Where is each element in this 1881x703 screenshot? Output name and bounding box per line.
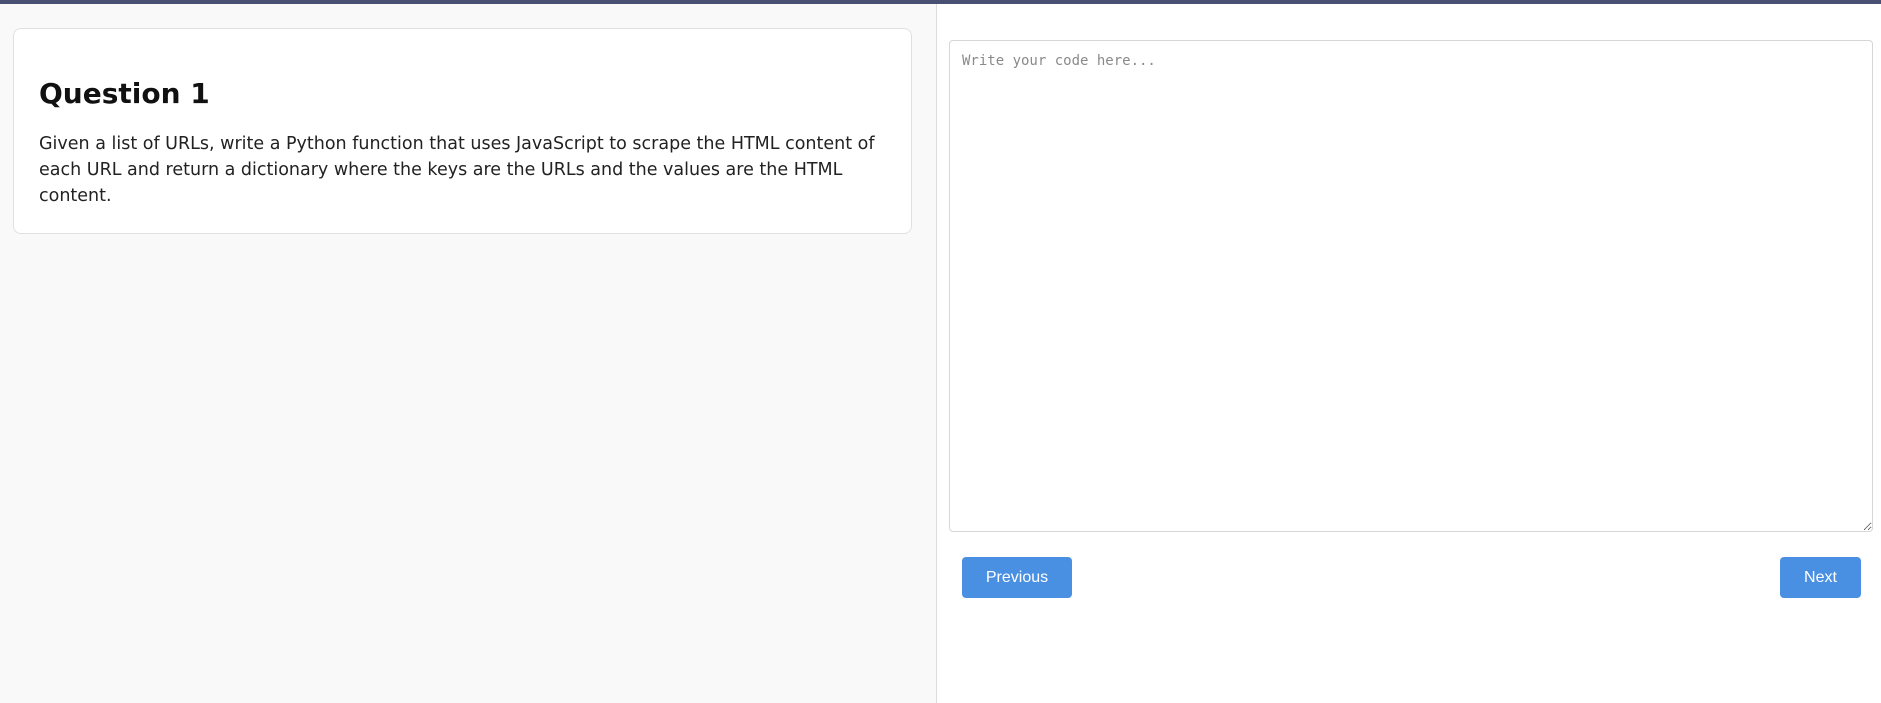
editor-panel: Previous Next bbox=[936, 4, 1881, 703]
question-panel: Question 1 Given a list of URLs, write a… bbox=[0, 4, 936, 703]
question-title: Question 1 bbox=[39, 77, 210, 110]
question-description: Given a list of URLs, write a Python fun… bbox=[39, 133, 875, 206]
previous-button[interactable]: Previous bbox=[962, 557, 1072, 598]
code-editor-input[interactable] bbox=[949, 40, 1873, 532]
next-button[interactable]: Next bbox=[1780, 557, 1861, 598]
question-card: Question 1 Given a list of URLs, write a… bbox=[13, 28, 912, 234]
